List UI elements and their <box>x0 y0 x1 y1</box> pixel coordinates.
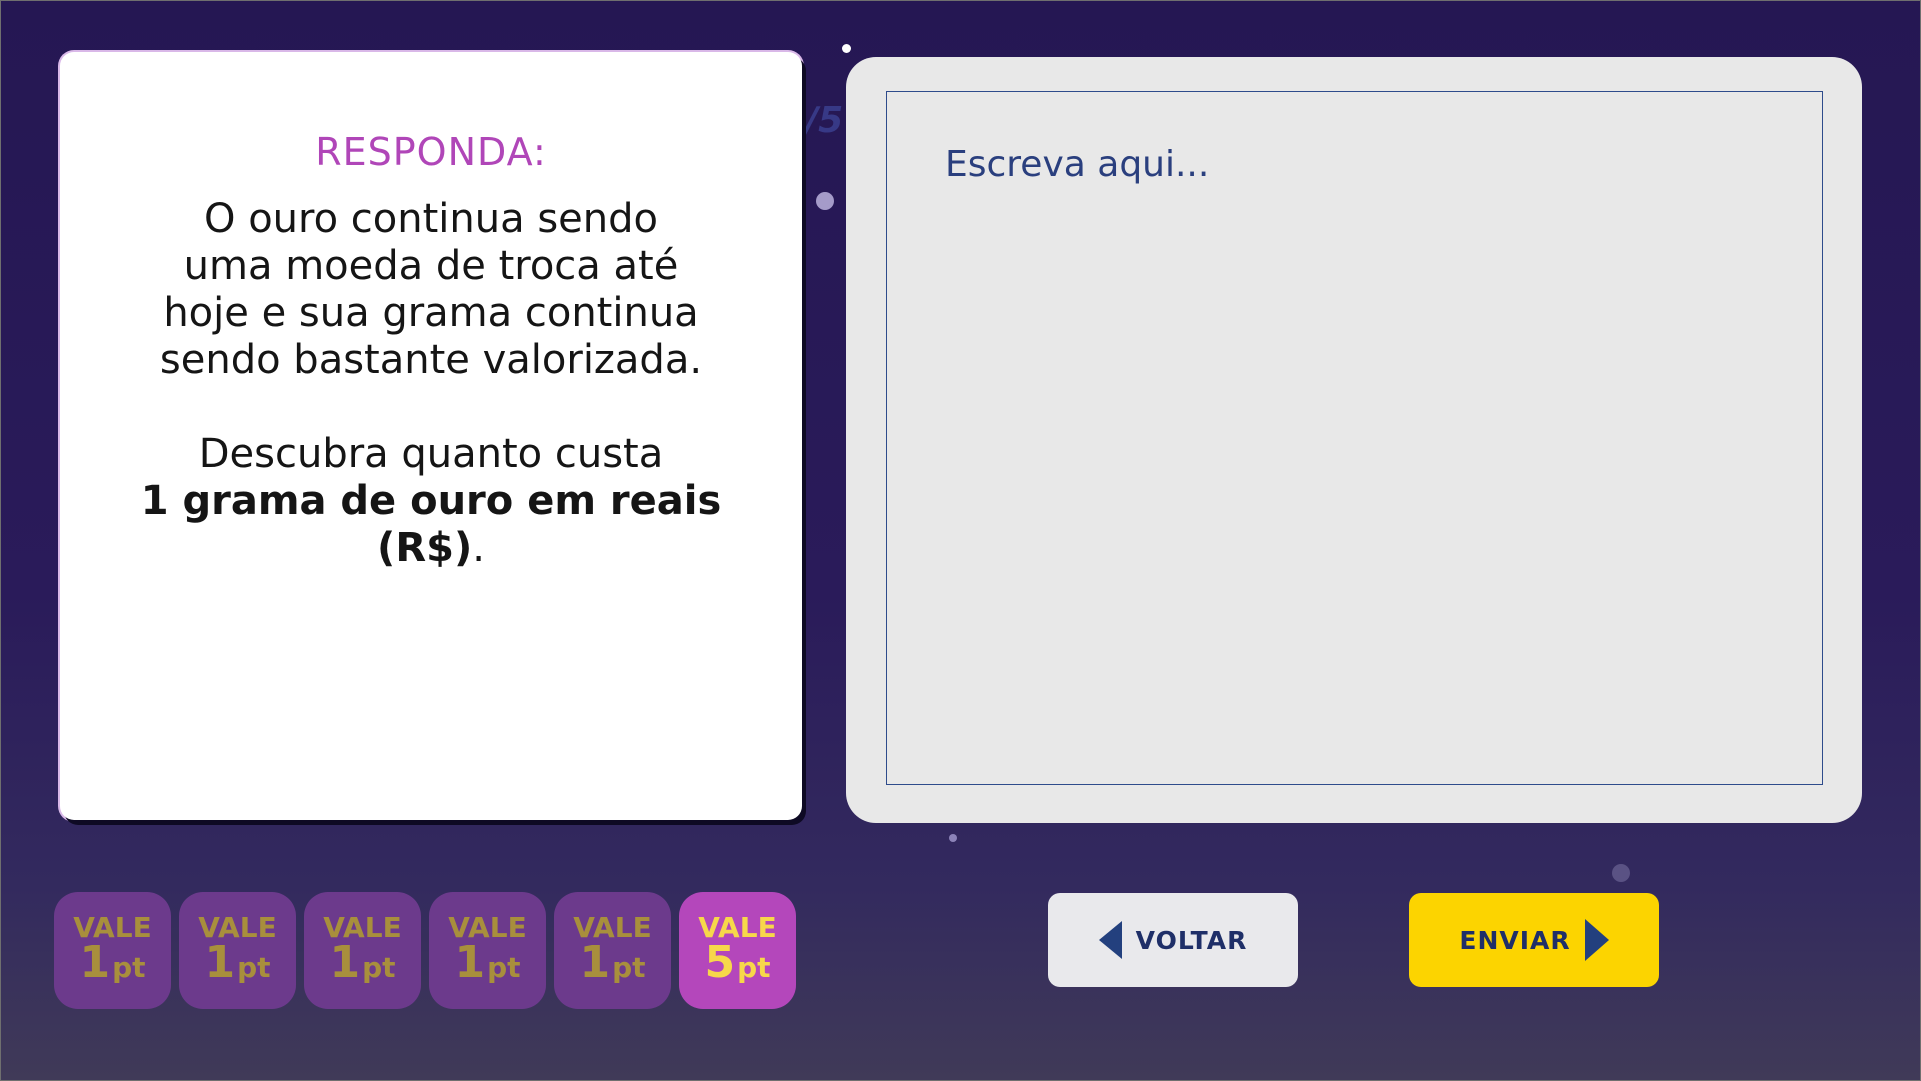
question-text-line: O ouro continua sendo <box>204 196 658 242</box>
star-decoration <box>842 44 851 53</box>
badge-points: 1 pt <box>79 937 146 988</box>
badge-number: 1 <box>329 937 361 988</box>
badge-number: 5 <box>704 937 736 988</box>
question-text: O ouro continua sendo uma moeda de troca… <box>121 196 741 384</box>
badge-number: 1 <box>454 937 486 988</box>
badge-unit: pt <box>612 951 646 984</box>
badge-points: 5 pt <box>704 937 771 988</box>
star-decoration <box>949 834 957 842</box>
question-card: RESPONDA: O ouro continua sendo uma moed… <box>60 52 802 820</box>
points-badge-active: VALE 5 pt <box>679 892 796 1009</box>
star-decoration <box>816 192 834 210</box>
points-badge: VALE 1 pt <box>554 892 671 1009</box>
arrow-left-icon <box>1098 921 1122 959</box>
badge-points: 1 pt <box>579 937 646 988</box>
badge-unit: pt <box>487 951 521 984</box>
badge-points: 1 pt <box>329 937 396 988</box>
points-row: VALE 1 pt VALE 1 pt VALE 1 pt VALE 1 pt VALE… <box>54 892 796 1009</box>
star-decoration <box>1612 864 1630 882</box>
points-badge: VALE 1 pt <box>304 892 421 1009</box>
question-text-line: hoje e sua grama continua <box>163 290 699 336</box>
question-instruction: Descubra quanto custa 1 grama de ouro em… <box>91 431 771 572</box>
arrow-right-icon <box>1584 919 1609 961</box>
points-badge: VALE 1 pt <box>54 892 171 1009</box>
badge-unit: pt <box>362 951 396 984</box>
badge-points: 1 pt <box>204 937 271 988</box>
answer-panel <box>846 57 1862 823</box>
back-button-label: VOLTAR <box>1135 925 1248 955</box>
answer-input[interactable] <box>886 91 1823 785</box>
question-counter: /5 <box>805 100 844 141</box>
instruction-emphasis: 1 grama de ouro em reais (R$) <box>140 478 722 571</box>
instruction-period: . <box>472 525 485 571</box>
points-badge: VALE 1 pt <box>429 892 546 1009</box>
badge-unit: pt <box>237 951 271 984</box>
badge-number: 1 <box>579 937 611 988</box>
instruction-line: Descubra quanto custa <box>198 431 664 477</box>
points-badge: VALE 1 pt <box>179 892 296 1009</box>
back-button[interactable]: VOLTAR <box>1048 893 1298 987</box>
badge-points: 1 pt <box>454 937 521 988</box>
badge-number: 1 <box>79 937 111 988</box>
badge-number: 1 <box>204 937 236 988</box>
question-heading: RESPONDA: <box>315 130 547 174</box>
question-text-line: sendo bastante valorizada. <box>159 337 703 383</box>
question-text-line: uma moeda de troca até <box>183 243 679 289</box>
badge-unit: pt <box>737 951 771 984</box>
instruction-line-bold: 1 grama de ouro em reais (R$). <box>91 478 771 572</box>
send-button-label: ENVIAR <box>1459 925 1571 955</box>
send-button[interactable]: ENVIAR <box>1409 893 1659 987</box>
badge-unit: pt <box>112 951 146 984</box>
